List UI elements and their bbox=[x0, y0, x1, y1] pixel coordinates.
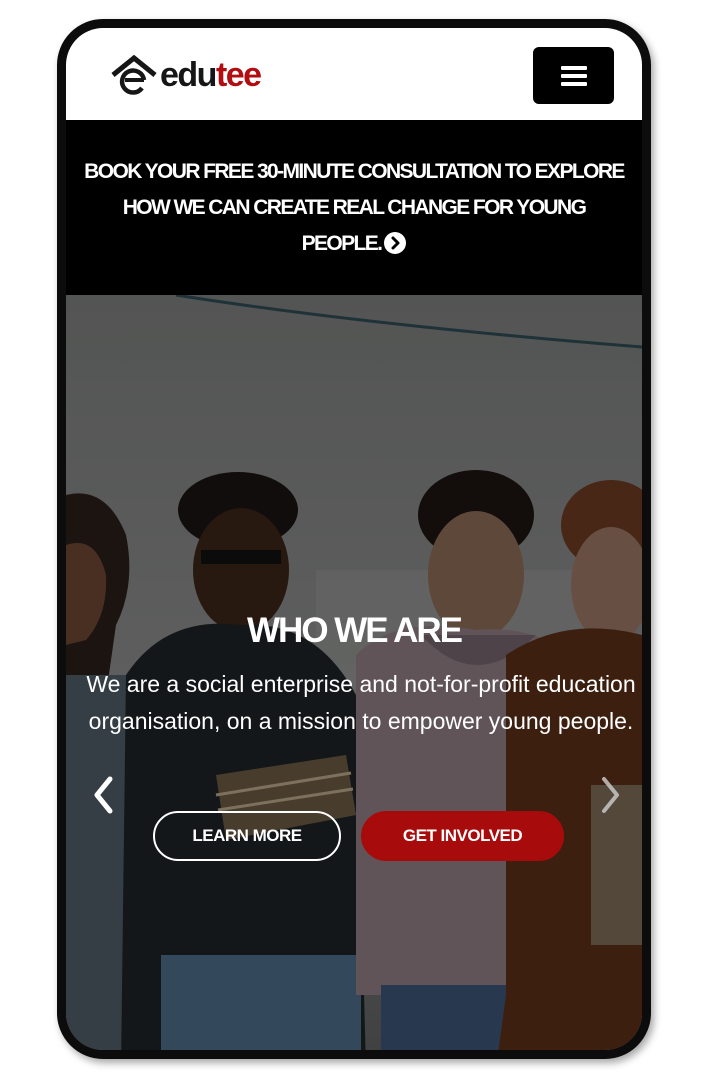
menu-button[interactable] bbox=[533, 47, 614, 104]
slider-next-button[interactable] bbox=[594, 773, 624, 817]
hero-slider: WHO WE ARE We are a social enterprise an… bbox=[66, 295, 642, 1050]
hero-title: WHO WE ARE bbox=[247, 611, 463, 651]
hero-description: We are a social enterprise and not-for-p… bbox=[86, 671, 636, 734]
logo-mark-icon bbox=[111, 54, 157, 95]
consultation-banner: BOOK YOUR FREE 30-MINUTE CONSULTATION TO… bbox=[66, 120, 642, 295]
hamburger-icon bbox=[560, 65, 587, 86]
logo-wordmark: edutee bbox=[160, 56, 262, 94]
arrow-right-circle-icon bbox=[384, 231, 407, 254]
consultation-link[interactable]: BOOK YOUR FREE 30-MINUTE CONSULTATION TO… bbox=[84, 154, 625, 262]
chevron-left-icon bbox=[94, 776, 113, 814]
slider-prev-button[interactable] bbox=[90, 773, 120, 817]
logo-text-edu: edu bbox=[160, 56, 217, 94]
site-header: edutee bbox=[66, 28, 642, 121]
consultation-link-text: BOOK YOUR FREE 30-MINUTE CONSULTATION TO… bbox=[84, 159, 625, 255]
phone-frame: edutee BOOK YOUR FREE 30-MINUTE CONSULTA… bbox=[57, 19, 651, 1059]
get-involved-button[interactable]: GET INVOLVED bbox=[361, 811, 564, 861]
screen: edutee BOOK YOUR FREE 30-MINUTE CONSULTA… bbox=[66, 28, 642, 1050]
logo-text-tee: tee bbox=[215, 56, 262, 94]
learn-more-button[interactable]: LEARN MORE bbox=[153, 811, 341, 861]
chevron-right-icon bbox=[602, 777, 619, 813]
edutee-logo[interactable]: edutee bbox=[110, 50, 262, 100]
